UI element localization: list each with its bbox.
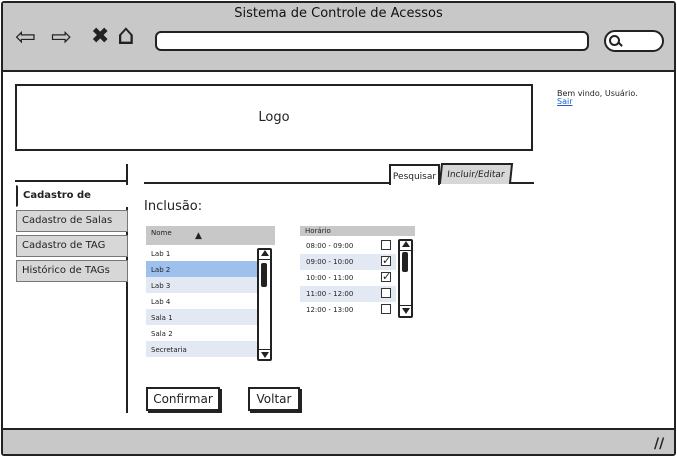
scrollbar-separator bbox=[400, 305, 411, 306]
checkbox-08-09[interactable] bbox=[381, 240, 391, 250]
list-item-selected[interactable]: Lab 2 bbox=[146, 261, 257, 277]
column-header-horario: Horário bbox=[300, 226, 415, 236]
list-item[interactable]: Lab 3 bbox=[146, 277, 257, 293]
scrollbar-thumb[interactable] bbox=[402, 252, 408, 272]
back-button[interactable]: Voltar bbox=[248, 387, 300, 411]
logout-link[interactable]: Sair bbox=[557, 97, 573, 106]
sidebar-item-cadastro-tag[interactable]: Cadastro de TAG bbox=[16, 235, 128, 257]
checkbox-11-12[interactable] bbox=[381, 288, 391, 298]
scroll-up-icon[interactable] bbox=[402, 241, 410, 247]
scrollbar-separator bbox=[400, 250, 411, 251]
list-item[interactable]: Lab 1 bbox=[146, 245, 257, 261]
scroll-down-icon[interactable] bbox=[261, 352, 269, 358]
address-bar[interactable] bbox=[155, 31, 589, 51]
logo-label: Logo bbox=[258, 110, 290, 125]
sidebar-item-cadastro-usuarios[interactable]: Cadastro de Usuários bbox=[16, 185, 128, 221]
scrollbar-separator bbox=[259, 349, 270, 350]
checkbox-12-13[interactable] bbox=[381, 304, 391, 314]
scroll-up-icon[interactable] bbox=[261, 250, 269, 256]
sidebar-item-cadastro-salas[interactable]: Cadastro de Salas bbox=[16, 210, 128, 232]
checkmark-icon: ✓ bbox=[382, 270, 392, 283]
list-item[interactable]: Sala 1 bbox=[146, 309, 257, 325]
tab-pesquisar[interactable]: Pesquisar bbox=[389, 164, 440, 185]
list-item[interactable]: Secretaria bbox=[146, 341, 257, 357]
sort-ascending-icon[interactable]: ▲ bbox=[195, 231, 202, 241]
list-item[interactable]: Sala 2 bbox=[146, 325, 257, 341]
status-bar bbox=[3, 428, 674, 454]
column-header-nome[interactable]: Nome bbox=[146, 226, 275, 245]
back-arrow-icon[interactable]: ⇦ bbox=[15, 24, 36, 49]
confirm-button[interactable]: Confirmar bbox=[146, 387, 220, 411]
stop-x-icon[interactable]: ✖ bbox=[91, 24, 109, 49]
tab-incluir-editar[interactable]: Incluir/Editar bbox=[438, 163, 514, 184]
list-item[interactable]: Lab 4 bbox=[146, 293, 257, 309]
forward-arrow-icon[interactable]: ⇨ bbox=[51, 24, 72, 49]
section-title: Inclusão: bbox=[144, 199, 203, 214]
scroll-down-icon[interactable] bbox=[402, 308, 410, 314]
scrollbar-thumb[interactable] bbox=[261, 263, 267, 287]
window-title: Sistema de Controle de Acessos bbox=[234, 6, 443, 21]
sidebar-item-historico-tags[interactable]: Histórico de TAGs bbox=[16, 260, 128, 282]
scrollbar-separator bbox=[259, 259, 270, 260]
checkbox-10-11[interactable]: ✓ bbox=[381, 270, 392, 283]
sidebar-top-divider bbox=[15, 180, 127, 182]
resize-grip-icon[interactable]: // bbox=[654, 436, 664, 452]
checkmark-icon: ✓ bbox=[382, 254, 392, 267]
home-icon[interactable]: ⌂ bbox=[117, 21, 135, 49]
checkbox-09-10[interactable]: ✓ bbox=[381, 254, 392, 267]
